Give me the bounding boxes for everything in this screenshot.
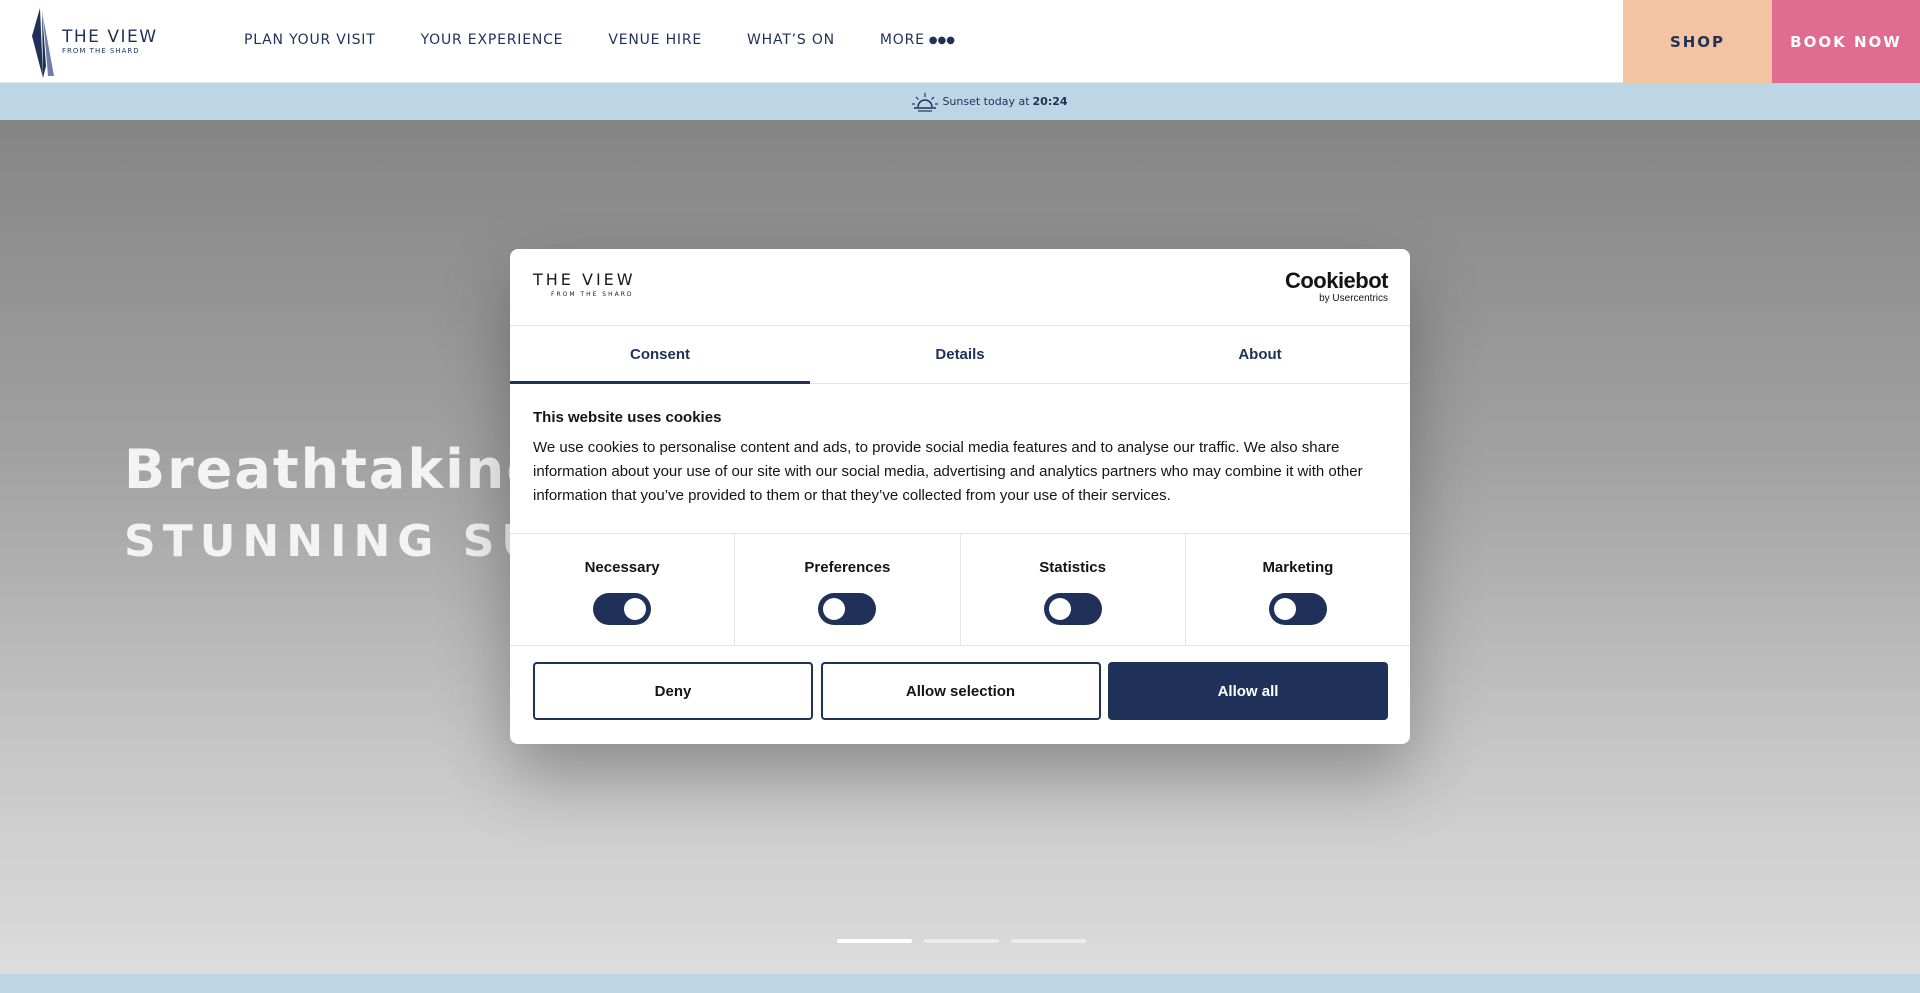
toggle-preferences-group: Preferences <box>735 534 961 645</box>
book-now-button[interactable]: BOOK NOW <box>1772 0 1920 83</box>
more-dots-icon: ●●● <box>928 34 955 46</box>
slider-indicators <box>837 939 1098 943</box>
dialog-tabs: Consent Details About <box>510 326 1410 384</box>
dialog-description: We use cookies to personalise content an… <box>533 439 1363 504</box>
bottom-strip <box>0 974 1920 993</box>
toggle-statistics-group: Statistics <box>961 534 1186 645</box>
toggle-label: Preferences <box>804 559 891 576</box>
allow-all-button[interactable]: Allow all <box>1108 662 1388 720</box>
main-nav: PLAN YOUR VISIT YOUR EXPERIENCE VENUE HI… <box>244 0 1000 80</box>
site-logo[interactable]: THE VIEW FROM THE SHARD <box>30 6 160 78</box>
nav-label: WHAT’S ON <box>747 32 835 48</box>
cookie-toggles: Necessary Preferences Statistics Marketi… <box>510 533 1410 646</box>
dialog-heading: This website uses cookies <box>533 409 722 426</box>
site-header: THE VIEW FROM THE SHARD PLAN YOUR VISIT … <box>0 0 1920 83</box>
nav-venue-hire[interactable]: VENUE HIRE <box>608 32 702 48</box>
dialog-body: This website uses cookies We use cookies… <box>533 409 1393 508</box>
slide-indicator-3[interactable] <box>1011 939 1086 943</box>
cookie-consent-dialog: THE VIEW FROM THE SHARD Cookiebot by Use… <box>510 249 1410 744</box>
logo-subtitle: FROM THE SHARD <box>62 46 140 55</box>
toggle-label: Necessary <box>584 559 660 576</box>
shop-button[interactable]: SHOP <box>1623 0 1772 83</box>
tab-consent[interactable]: Consent <box>510 326 810 384</box>
sunset-bar: Sunset today at 20:24 <box>0 83 1920 120</box>
tab-about[interactable]: About <box>1110 326 1410 383</box>
cookiebot-name: Cookiebot <box>1284 268 1389 293</box>
toggle-necessary-group: Necessary <box>510 534 736 645</box>
cookiebot-logo[interactable]: Cookiebot by Usercentrics <box>1284 268 1389 305</box>
sunset-info: Sunset today at 20:24 <box>912 92 1068 112</box>
nav-whats-on[interactable]: WHAT’S ON <box>747 32 835 48</box>
shard-logo-icon <box>32 8 54 78</box>
nav-your-experience[interactable]: YOUR EXPERIENCE <box>421 32 564 48</box>
sunset-time: 20:24 <box>1032 95 1068 108</box>
slide-indicator-1[interactable] <box>837 939 912 943</box>
cookiebot-by: by Usercentrics <box>1319 293 1388 304</box>
dialog-logo-title: THE VIEW <box>533 270 636 289</box>
nav-label: VENUE HIRE <box>608 32 703 48</box>
dialog-actions: Deny Allow selection Allow all <box>533 662 1388 720</box>
toggle-knob <box>1273 598 1296 620</box>
dialog-header: THE VIEW FROM THE SHARD Cookiebot by Use… <box>510 249 1410 326</box>
toggle-label: Marketing <box>1262 559 1334 576</box>
logo-wordmark: THE VIEW FROM THE SHARD <box>62 28 158 57</box>
nav-label: MORE <box>879 32 925 48</box>
toggle-knob <box>1048 598 1071 620</box>
hero-subtitle: STUNNING SU <box>124 516 545 567</box>
necessary-toggle[interactable] <box>593 593 652 625</box>
marketing-toggle[interactable] <box>1268 593 1327 625</box>
allow-selection-button[interactable]: Allow selection <box>820 662 1101 720</box>
logo-title: THE VIEW <box>62 26 158 47</box>
toggle-marketing-group: Marketing <box>1186 534 1410 645</box>
nav-label: PLAN YOUR VISIT <box>244 32 376 48</box>
tab-details[interactable]: Details <box>810 326 1110 383</box>
nav-plan-your-visit[interactable]: PLAN YOUR VISIT <box>244 32 376 48</box>
nav-more[interactable]: MORE ●●● <box>880 32 955 48</box>
sunset-icon <box>912 92 939 112</box>
preferences-toggle[interactable] <box>818 593 877 625</box>
toggle-label: Statistics <box>1039 559 1106 576</box>
toggle-knob <box>823 598 846 620</box>
dialog-logo: THE VIEW FROM THE SHARD <box>533 270 636 299</box>
statistics-toggle[interactable] <box>1043 593 1102 625</box>
dialog-logo-subtitle: FROM THE SHARD <box>551 291 634 298</box>
sunset-text: Sunset today at <box>942 95 1030 108</box>
nav-label: YOUR EXPERIENCE <box>420 32 564 48</box>
deny-button[interactable]: Deny <box>533 662 813 720</box>
slide-indicator-2[interactable] <box>924 939 999 943</box>
toggle-knob <box>624 598 647 620</box>
